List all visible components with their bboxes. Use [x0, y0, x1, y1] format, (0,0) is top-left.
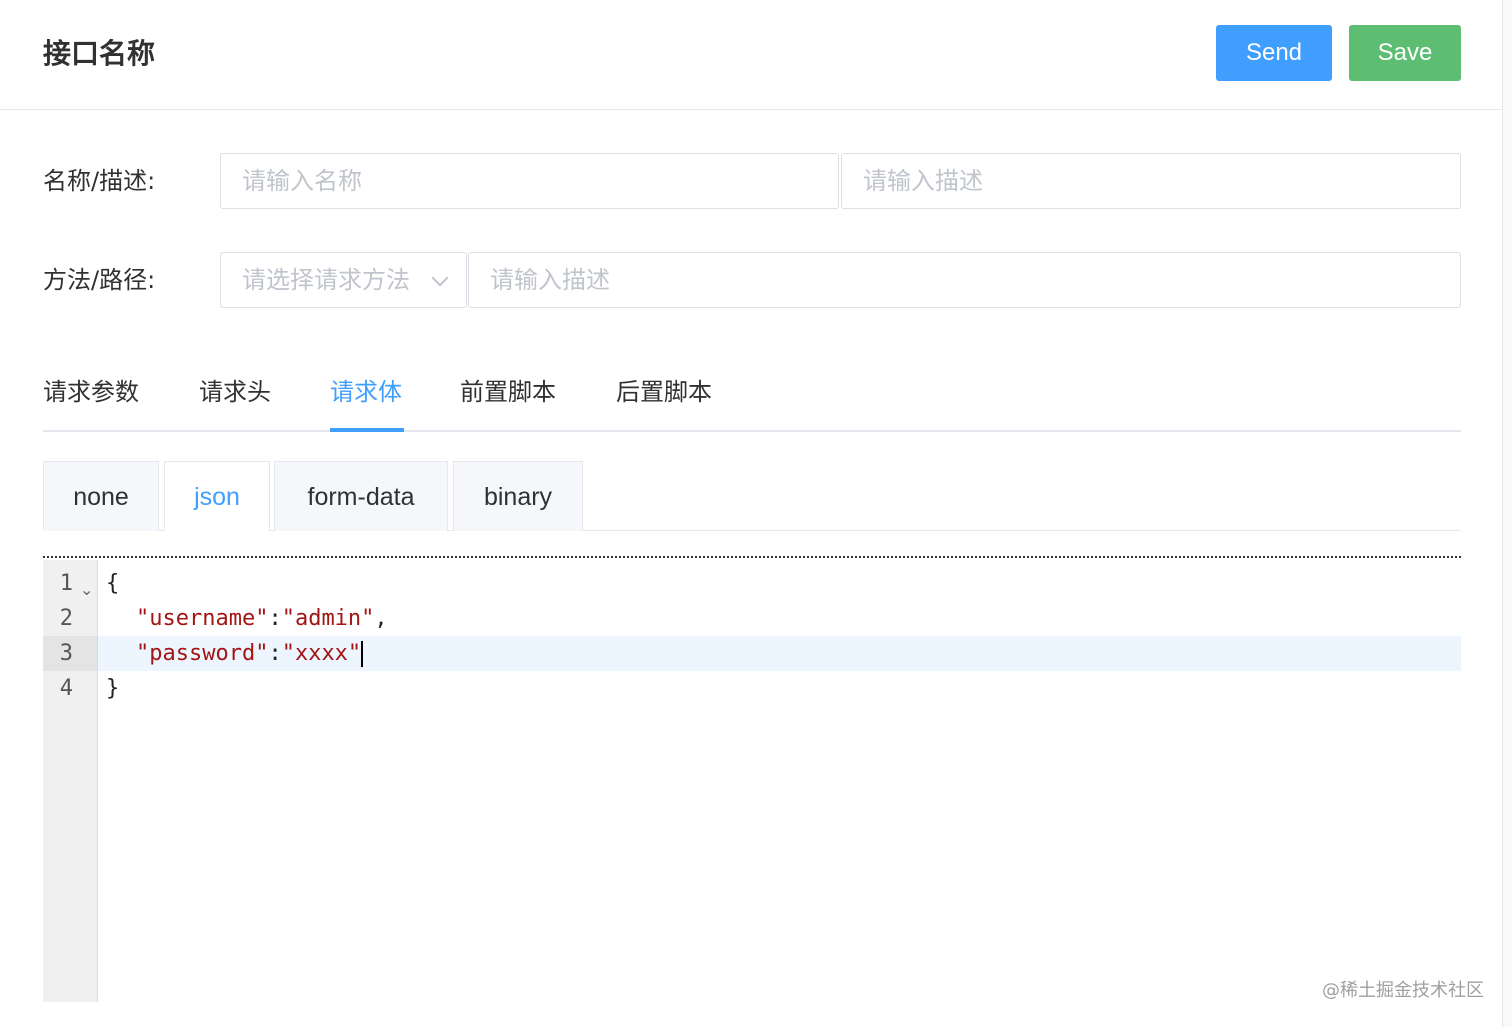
- method-select[interactable]: 请选择请求方法: [220, 252, 467, 308]
- description-input[interactable]: 请输入描述: [841, 153, 1461, 209]
- tab-post-script[interactable]: 后置脚本: [616, 372, 712, 412]
- method-placeholder: 请选择请求方法: [242, 266, 410, 294]
- code-value: "xxxx": [281, 641, 362, 666]
- page-header: 接口名称 Send Save: [0, 0, 1502, 110]
- method-path-label: 方法/路径:: [43, 266, 156, 294]
- description-placeholder: 请输入描述: [863, 167, 983, 195]
- code-line-4[interactable]: }: [106, 672, 119, 706]
- code-colon: :: [268, 606, 282, 631]
- tab-body[interactable]: 请求体: [330, 372, 402, 412]
- text-cursor: [361, 641, 364, 667]
- fold-chevron-icon[interactable]: ⌄: [80, 580, 93, 599]
- code-key: "username": [136, 606, 269, 631]
- line-number: 1: [59, 571, 73, 596]
- body-type-json[interactable]: json: [164, 461, 270, 531]
- code-key: "password": [136, 641, 269, 666]
- name-placeholder: 请输入名称: [242, 167, 362, 195]
- tab-pre-script[interactable]: 前置脚本: [460, 372, 556, 412]
- vertical-scrollbar[interactable]: [1502, 0, 1512, 1027]
- save-button[interactable]: Save: [1349, 25, 1461, 81]
- code-colon: :: [268, 641, 282, 666]
- editor-border: [43, 556, 1461, 558]
- name-desc-label: 名称/描述:: [43, 167, 156, 195]
- send-button[interactable]: Send: [1216, 25, 1332, 81]
- body-type-binary[interactable]: binary: [453, 461, 583, 531]
- watermark: @稀土掘金技术社区: [1322, 980, 1484, 1001]
- code-brace-open: {: [106, 571, 120, 596]
- path-placeholder: 请输入描述: [490, 266, 610, 294]
- line-number: 4: [59, 676, 73, 701]
- tab-headers[interactable]: 请求头: [199, 372, 271, 412]
- line-number: 2: [59, 606, 73, 631]
- code-line-2[interactable]: "username":"admin",: [136, 602, 388, 636]
- name-input[interactable]: 请输入名称: [220, 153, 839, 209]
- code-comma: ,: [374, 606, 388, 631]
- path-input[interactable]: 请输入描述: [468, 252, 1461, 308]
- tabs-divider: [43, 430, 1461, 432]
- tab-query-params[interactable]: 请求参数: [43, 372, 139, 412]
- code-line-3[interactable]: "password":"xxxx": [136, 637, 364, 671]
- code-line-1[interactable]: {: [106, 567, 119, 601]
- line-number: 3: [59, 641, 73, 666]
- body-type-none[interactable]: none: [43, 461, 159, 531]
- active-tab-indicator: [330, 428, 404, 432]
- chevron-down-icon: [431, 269, 449, 287]
- page-title: 接口名称: [43, 37, 156, 70]
- code-brace-close: }: [106, 676, 120, 701]
- code-value: "admin": [281, 606, 375, 631]
- body-type-form-data[interactable]: form-data: [274, 461, 448, 531]
